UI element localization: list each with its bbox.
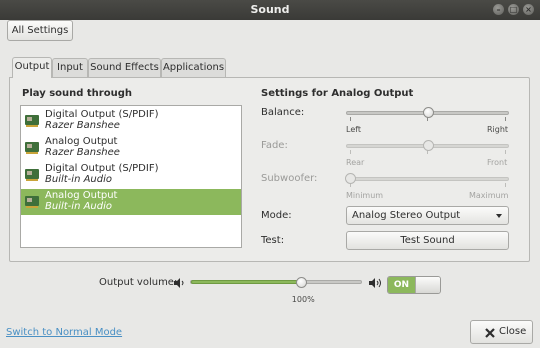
close-x-icon <box>485 328 495 338</box>
switch-mode-link[interactable]: Switch to Normal Mode <box>6 327 122 338</box>
tab-sound-effects[interactable]: Sound Effects <box>88 58 161 78</box>
toggle-on-label: ON <box>388 277 415 293</box>
sound-card-icon <box>25 196 39 208</box>
speaker-high-icon <box>369 278 381 288</box>
device-name: Analog Output <box>45 190 118 201</box>
volume-slider[interactable] <box>190 280 362 284</box>
balance-left-label: Left <box>346 125 362 134</box>
balance-slider-knob[interactable] <box>422 107 434 118</box>
subwoofer-min-label: Minimum <box>346 191 384 200</box>
close-button[interactable]: Close <box>470 320 533 344</box>
volume-percent: 100% <box>291 295 315 304</box>
device-card: Razer Banshee <box>45 147 120 158</box>
title-bar: Sound – □ × <box>0 0 540 20</box>
balance-label: Balance: <box>261 107 305 118</box>
device-card: Razer Banshee <box>45 120 120 131</box>
list-item[interactable]: Digital Output (S/PDIF) Built-in Audio <box>21 162 241 188</box>
subwoofer-slider <box>346 177 509 181</box>
balance-tick-left <box>350 117 351 121</box>
sound-card-icon <box>25 142 39 154</box>
mode-value: Analog Stereo Output <box>352 210 461 221</box>
list-item-selected[interactable]: Analog Output Built-in Audio <box>21 189 241 215</box>
fade-slider-knob <box>422 140 434 151</box>
list-item[interactable]: Analog Output Razer Banshee <box>21 135 241 161</box>
tab-input[interactable]: Input <box>52 58 88 78</box>
subwoofer-label: Subwoofer: <box>261 173 318 184</box>
device-name: Digital Output (S/PDIF) <box>45 163 159 174</box>
minimize-icon[interactable]: – <box>493 4 504 15</box>
fade-tick-left <box>350 150 351 154</box>
all-settings-button[interactable]: All Settings <box>7 20 73 41</box>
mode-label: Mode: <box>261 210 292 221</box>
list-item[interactable]: Digital Output (S/PDIF) Razer Banshee <box>21 108 241 134</box>
subwoofer-max-label: Maximum <box>469 191 509 200</box>
volume-slider-knob[interactable] <box>295 277 307 288</box>
subwoofer-tick-right <box>505 183 506 187</box>
maximize-icon[interactable]: □ <box>508 4 519 15</box>
fade-label: Fade: <box>261 140 288 151</box>
speaker-low-icon <box>174 278 184 288</box>
mode-dropdown[interactable]: Analog Stereo Output <box>346 206 509 225</box>
device-name: Analog Output <box>45 136 118 147</box>
device-list[interactable]: Digital Output (S/PDIF) Razer Banshee An… <box>20 105 242 248</box>
tab-applications[interactable]: Applications <box>161 58 226 78</box>
window-title: Sound <box>250 3 290 16</box>
test-label: Test: <box>261 235 285 246</box>
fade-tick-right <box>505 150 506 154</box>
close-icon[interactable]: × <box>523 4 534 15</box>
chevron-down-icon <box>496 214 502 218</box>
balance-tick-right <box>505 117 506 121</box>
device-card: Built-in Audio <box>45 174 113 185</box>
volume-fill <box>191 280 303 284</box>
settings-title: Settings for Analog Output <box>261 88 414 99</box>
output-volume-label: Output volume: <box>99 277 178 288</box>
device-card: Built-in Audio <box>45 201 113 212</box>
sound-card-icon <box>25 169 39 181</box>
toggle-handle <box>415 277 440 293</box>
mute-toggle[interactable]: ON <box>387 276 441 294</box>
fade-right-label: Front <box>487 158 508 167</box>
play-sound-through-title: Play sound through <box>22 88 132 99</box>
device-name: Digital Output (S/PDIF) <box>45 109 159 120</box>
sound-card-icon <box>25 115 39 127</box>
tab-output[interactable]: Output <box>12 57 52 78</box>
close-label: Close <box>499 326 527 337</box>
test-sound-button[interactable]: Test Sound <box>346 231 509 250</box>
balance-right-label: Right <box>487 125 509 134</box>
fade-left-label: Rear <box>346 158 365 167</box>
subwoofer-slider-knob <box>345 173 356 184</box>
